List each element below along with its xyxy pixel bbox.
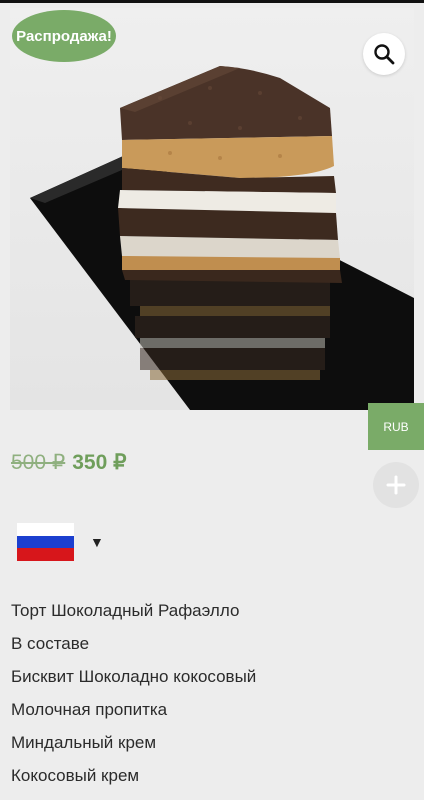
sale-badge: Распродажа! — [12, 10, 116, 62]
description-line: Молочная пропитка — [11, 700, 168, 719]
cake-photo — [10, 8, 414, 410]
description-line: Кокосовый крем — [11, 766, 140, 785]
currency-button[interactable]: RUB — [368, 403, 424, 450]
language-switcher[interactable]: ▼ — [17, 523, 104, 562]
flag-stripe-white — [17, 523, 74, 536]
flag-stripe-red — [17, 548, 74, 562]
magnifier-icon — [374, 44, 395, 65]
description-title: Торт Шоколадный Рафаэлло — [11, 601, 240, 620]
product-description: Торт Шоколадный Рафаэлло В составе Бискв… — [11, 598, 411, 796]
dropdown-arrow-icon[interactable]: ▼ — [90, 534, 104, 550]
sale-price: 350 ₽ — [72, 451, 127, 474]
status-bar — [0, 0, 424, 3]
product-image[interactable]: Распродажа! — [10, 8, 414, 410]
description-line: В составе — [11, 634, 90, 653]
flag-stripe-blue — [17, 535, 74, 549]
add-to-cart-button[interactable] — [373, 462, 419, 508]
price-row: 500 ₽ 350 ₽ — [11, 450, 126, 475]
plus-icon — [386, 475, 406, 495]
russian-flag-icon — [17, 523, 74, 562]
zoom-button[interactable] — [363, 33, 405, 75]
description-line: Бисквит Шоколадно кокосовый — [11, 667, 257, 686]
description-line: Миндальный крем — [11, 733, 157, 752]
old-price: 500 ₽ — [11, 451, 66, 474]
